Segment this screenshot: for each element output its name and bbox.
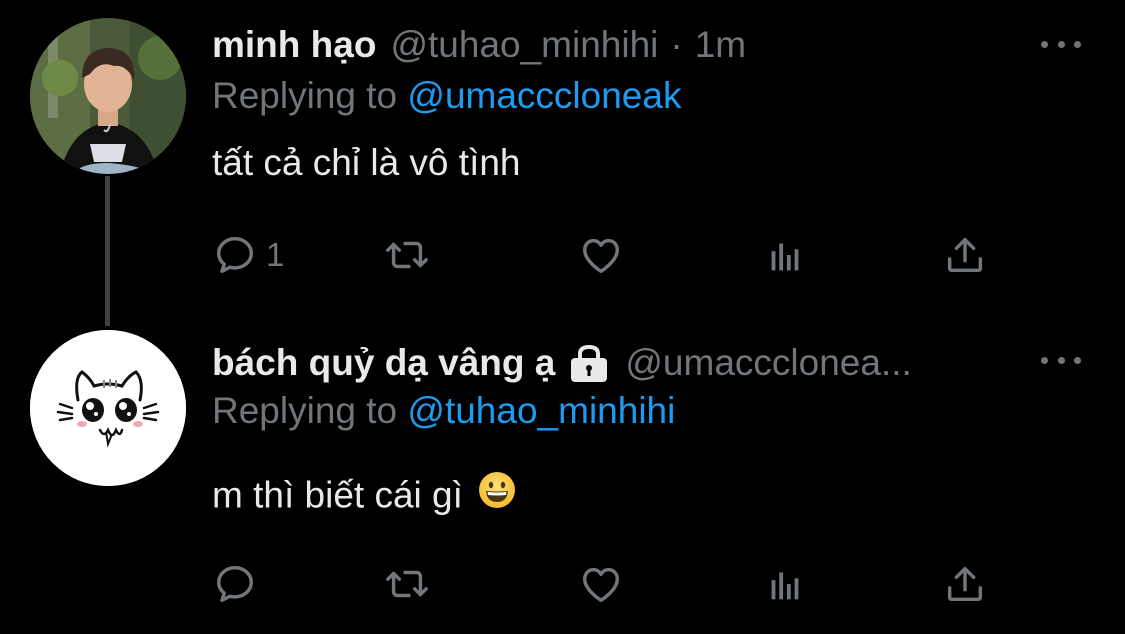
replying-prefix: Replying to: [212, 390, 398, 431]
author-handle[interactable]: @umacccloneа...: [625, 342, 911, 384]
heart-icon: [582, 567, 620, 603]
reply-icon: [216, 236, 254, 274]
retweet-icon: [386, 241, 428, 269]
cat-doodle-icon: [30, 330, 186, 486]
replying-to: Replying to @umacccloneak: [212, 75, 681, 117]
share-icon: [947, 566, 983, 602]
replying-to: Replying to @tuhao_minhihi: [212, 390, 675, 432]
author-name[interactable]: minh hạo: [212, 24, 376, 66]
more-options-icon[interactable]: [1041, 34, 1081, 54]
profile-photo: [30, 18, 186, 174]
replying-prefix: Replying to: [212, 75, 398, 116]
lock-icon: [569, 344, 609, 382]
separator-dot: ·: [670, 24, 683, 65]
tweet-actions: [212, 559, 992, 609]
analytics-icon: [771, 243, 799, 271]
like-button[interactable]: [578, 559, 624, 609]
more-options-icon[interactable]: [1041, 350, 1081, 370]
retweet-button[interactable]: [384, 559, 430, 609]
author-handle[interactable]: @tuhao_minhihi: [390, 24, 658, 66]
tweet-2[interactable]: bách quỷ dạ vâng ạ @umacccloneа... Reply…: [0, 320, 1125, 634]
tweet-text-content: m thì biết cái gì: [212, 474, 463, 516]
avatar[interactable]: [30, 18, 186, 174]
reply-button[interactable]: [212, 559, 258, 609]
thread-connector-line: [105, 176, 110, 326]
tweet-header: bách quỷ dạ vâng ạ @umacccloneа...: [212, 338, 1015, 388]
share-button[interactable]: [942, 559, 988, 609]
avatar[interactable]: [30, 330, 186, 486]
heart-icon: [582, 238, 620, 274]
replying-mention-link[interactable]: @tuhao_minhihi: [407, 390, 675, 431]
analytics-icon: [771, 572, 799, 600]
retweet-icon: [386, 570, 428, 598]
tweet-1[interactable]: minh hạo @tuhao_minhihi · 1m Replying to…: [0, 0, 1125, 326]
tweet-text: m thì biết cái gì: [212, 470, 517, 522]
share-icon: [947, 237, 983, 273]
tweet-text: tất cả chỉ là vô tình: [212, 142, 521, 183]
tweet-header: minh hạo @tuhao_minhihi · 1m: [212, 20, 1015, 70]
tweet-actions: 1: [212, 230, 992, 280]
retweet-button[interactable]: [384, 230, 430, 280]
reply-button[interactable]: 1: [212, 230, 284, 280]
like-button[interactable]: [578, 230, 624, 280]
views-button[interactable]: [762, 559, 808, 609]
share-button[interactable]: [942, 230, 988, 280]
views-button[interactable]: [762, 230, 808, 280]
author-name[interactable]: bách quỷ dạ vâng ạ: [212, 342, 555, 384]
reply-icon: [216, 565, 254, 603]
replying-mention-link[interactable]: @umacccloneak: [407, 75, 681, 116]
grinning-face-icon: [477, 470, 517, 519]
tweet-time[interactable]: 1m: [695, 24, 746, 66]
reply-count: 1: [266, 236, 285, 273]
